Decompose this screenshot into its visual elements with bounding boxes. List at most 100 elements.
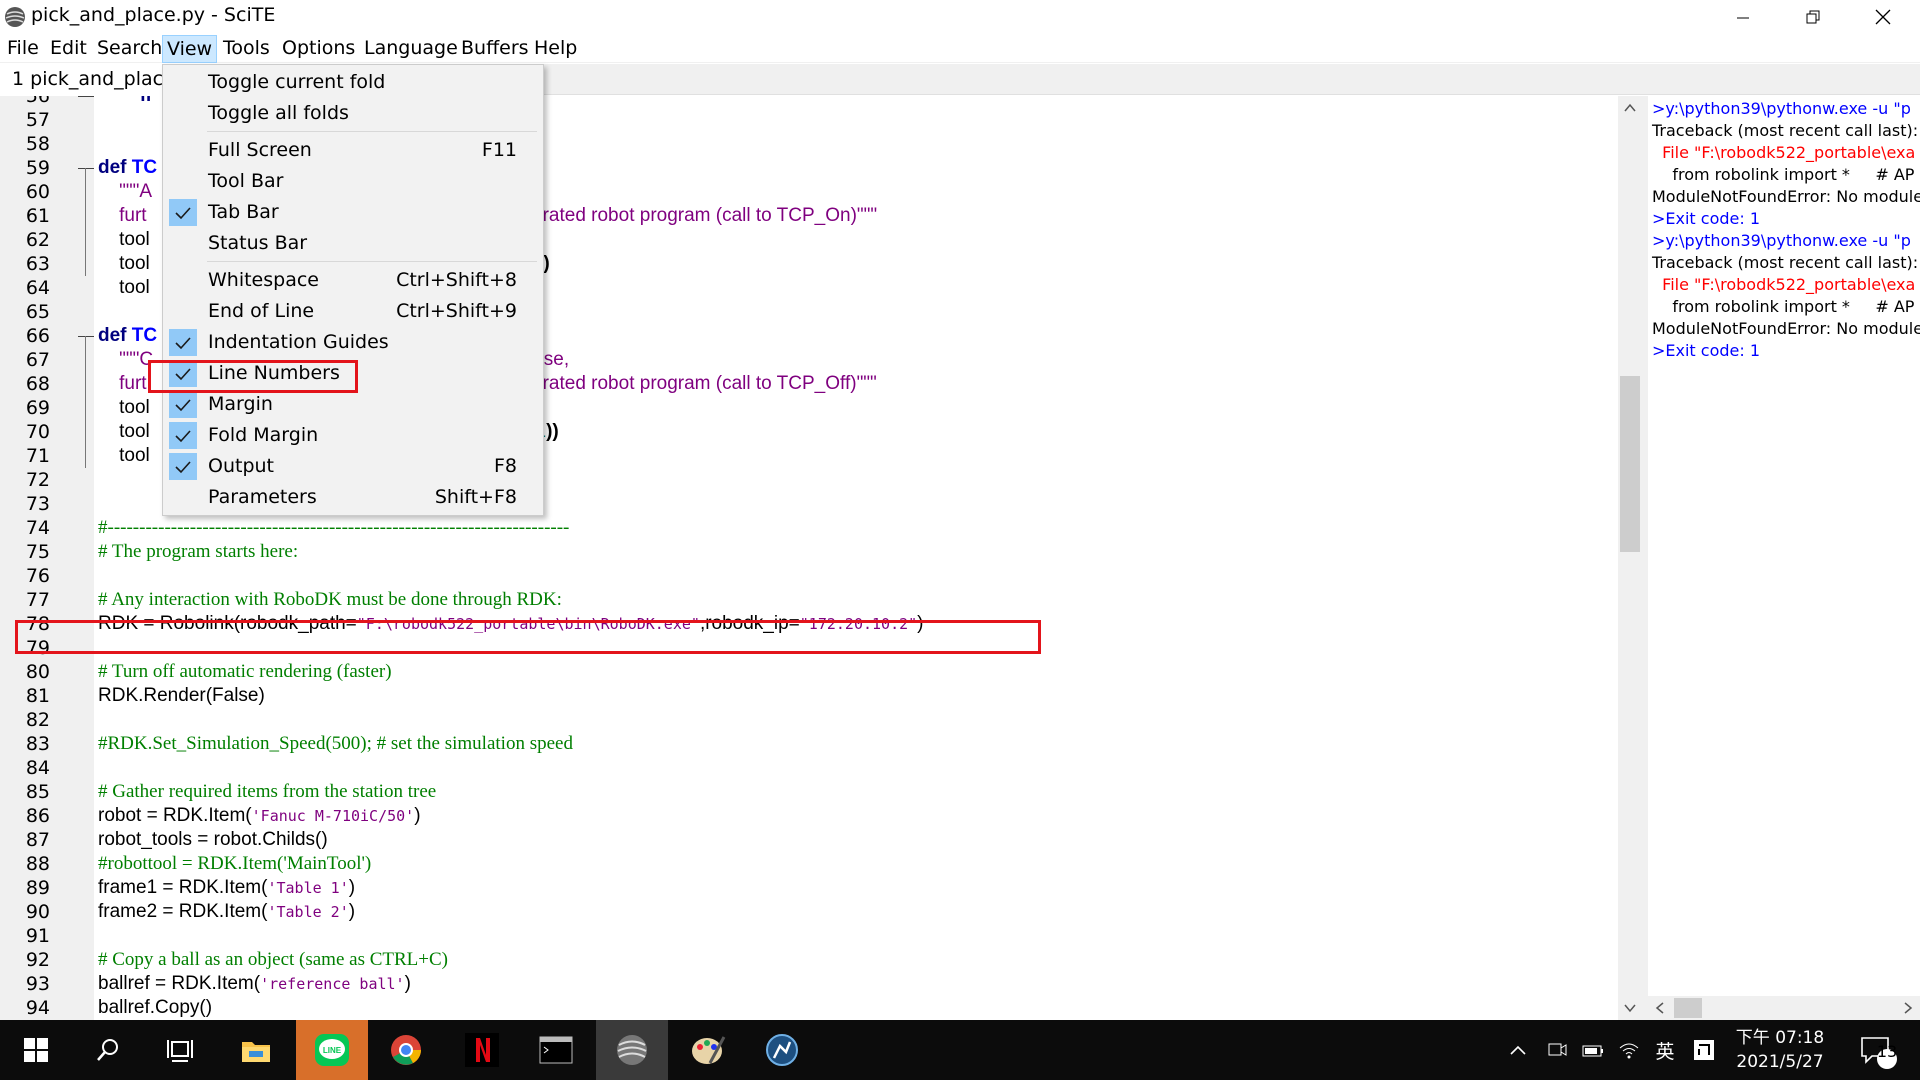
restore-button[interactable] xyxy=(1778,0,1848,33)
ime-icon xyxy=(1694,1040,1714,1060)
close-button[interactable] xyxy=(1848,0,1918,33)
menu-tools[interactable]: Tools xyxy=(219,35,274,63)
view-menu-item-fold-margin[interactable]: Fold Margin xyxy=(165,420,541,451)
fold-marker[interactable] xyxy=(78,336,94,337)
line-app-icon: LINE xyxy=(315,1034,349,1066)
scroll-right-icon[interactable] xyxy=(1902,1002,1914,1014)
code-line[interactable]: ballref.Copy() xyxy=(98,996,212,1020)
tray-ime-mode[interactable]: 英 xyxy=(1648,1020,1682,1080)
menu-view[interactable]: View xyxy=(162,35,218,63)
line-number: 65 xyxy=(25,301,50,323)
code-line[interactable]: # The program starts here: xyxy=(98,540,298,564)
paint-palette-icon xyxy=(692,1036,726,1064)
checkmark-icon xyxy=(169,453,197,480)
task-view-button[interactable] xyxy=(144,1020,216,1080)
line-number: 81 xyxy=(25,685,50,707)
taskbar-scite[interactable] xyxy=(596,1020,668,1080)
menu-item-label: Parameters xyxy=(208,486,317,508)
code-token: 'Fanuc M-710iC/50' xyxy=(251,807,415,825)
taskbar-line[interactable]: LINE xyxy=(296,1020,368,1080)
menu-options[interactable]: Options xyxy=(278,35,359,63)
fold-marker[interactable] xyxy=(78,96,94,97)
checkmark-icon xyxy=(169,199,197,226)
code-line[interactable]: #robottool = RDK.Item('MainTool') xyxy=(98,852,371,876)
output-line: ModuleNotFoundError: No module xyxy=(1652,319,1920,338)
code-line[interactable]: ballref = RDK.Item('reference ball') xyxy=(98,972,411,996)
line-number: 68 xyxy=(25,373,50,395)
code-line[interactable]: # Copy a ball as an object (same as CTRL… xyxy=(98,948,448,972)
code-token: # Gather required items from the station… xyxy=(98,781,437,802)
tray-ime-switch[interactable] xyxy=(1686,1020,1722,1080)
clock-time: 下午 07:18 xyxy=(1735,1028,1825,1048)
view-menu-item-toggle-all-folds[interactable]: Toggle all folds xyxy=(165,98,541,129)
view-menu-item-toggle-current-fold[interactable]: Toggle current fold xyxy=(165,67,541,98)
menu-item-label: Tab Bar xyxy=(208,201,279,223)
tray-meet[interactable] xyxy=(1540,1020,1574,1080)
code-line[interactable]: tool xyxy=(98,228,150,252)
menu-help[interactable]: Help xyxy=(530,35,581,63)
view-menu-item-whitespace[interactable]: Whitespace Ctrl+Shift+8 xyxy=(165,265,541,296)
view-menu-item-tab-bar[interactable]: Tab Bar xyxy=(165,197,541,228)
highlight-line-78 xyxy=(15,620,1041,654)
code-line[interactable]: # Gather required items from the station… xyxy=(98,780,436,804)
view-menu-item-tool-bar[interactable]: Tool Bar xyxy=(165,166,541,197)
view-menu-item-margin[interactable]: Margin xyxy=(165,389,541,420)
scite-app-icon[interactable] xyxy=(4,6,26,28)
line-number: 94 xyxy=(25,997,50,1019)
menu-search[interactable]: Search xyxy=(93,35,166,63)
taskbar-paint[interactable] xyxy=(672,1020,744,1080)
menu-item-shortcut: Ctrl+Shift+8 xyxy=(396,269,517,291)
code-line[interactable]: # Any interaction with RoboDK must be do… xyxy=(98,588,562,612)
tray-overflow-button[interactable] xyxy=(1500,1020,1536,1080)
clock[interactable]: 下午 07:18 2021/5/27 xyxy=(1730,1026,1830,1074)
output-horizontal-scrollbar[interactable] xyxy=(1648,996,1920,1020)
search-button[interactable] xyxy=(72,1020,144,1080)
view-menu-item-full-screen[interactable]: Full Screen F11 xyxy=(165,135,541,166)
tray-battery[interactable] xyxy=(1576,1020,1610,1080)
code-line[interactable]: frame2 = RDK.Item('Table 2') xyxy=(98,900,355,924)
code-line[interactable]: RDK.Render(False) xyxy=(98,684,265,708)
code-line[interactable]: frame1 = RDK.Item('Table 1') xyxy=(98,876,355,900)
code-line[interactable]: def TC xyxy=(98,324,157,348)
scroll-down-icon[interactable] xyxy=(1624,1002,1636,1014)
view-menu-item-parameters[interactable]: Parameters Shift+F8 xyxy=(165,482,541,513)
view-menu-item-indentation-guides[interactable]: Indentation Guides xyxy=(165,327,541,358)
view-menu-item-end-of-line[interactable]: End of Line Ctrl+Shift+9 xyxy=(165,296,541,327)
code-line[interactable]: def TC xyxy=(98,156,157,180)
taskbar-terminal[interactable] xyxy=(520,1020,592,1080)
code-line[interactable]: # Turn off automatic rendering (faster) xyxy=(98,660,392,684)
editor-vertical-scrollbar[interactable] xyxy=(1618,96,1642,1020)
code-line[interactable]: robot = RDK.Item('Fanuc M-710iC/50') xyxy=(98,804,421,828)
tray-network[interactable] xyxy=(1612,1020,1646,1080)
minimize-button[interactable] xyxy=(1708,0,1778,33)
start-button[interactable] xyxy=(0,1020,72,1080)
menu-edit[interactable]: Edit xyxy=(46,35,91,63)
scroll-up-icon[interactable] xyxy=(1624,102,1636,114)
taskbar-robodk[interactable] xyxy=(746,1020,818,1080)
code-line[interactable]: #RDK.Set_Simulation_Speed(500); # set th… xyxy=(98,732,573,756)
code-line[interactable]: robot_tools = robot.Childs() xyxy=(98,828,328,852)
view-menu-item-status-bar[interactable]: Status Bar xyxy=(165,228,541,259)
fold-marker[interactable] xyxy=(78,168,94,169)
restore-icon xyxy=(1806,10,1820,23)
windows-icon xyxy=(24,1038,48,1062)
output-scroll-thumb[interactable] xyxy=(1674,998,1702,1018)
menu-file[interactable]: File xyxy=(3,35,43,63)
line-number: 70 xyxy=(25,421,50,443)
code-line[interactable]: tool xyxy=(98,396,150,420)
code-line[interactable]: #---------------------------------------… xyxy=(98,516,569,540)
editor-scroll-thumb[interactable] xyxy=(1620,376,1640,552)
taskbar-netflix[interactable] xyxy=(446,1020,518,1080)
menu-language[interactable]: Language xyxy=(360,35,462,63)
scroll-left-icon[interactable] xyxy=(1654,1002,1666,1014)
output-pane[interactable]: >y:\python39\pythonw.exe -u "p Traceback … xyxy=(1648,96,1920,1000)
taskbar-file-explorer[interactable] xyxy=(220,1020,292,1080)
window-title: pick_and_place.py - SciTE xyxy=(31,4,276,26)
line-number: 77 xyxy=(25,589,50,611)
view-menu-item-output[interactable]: Output F8 xyxy=(165,451,541,482)
menu-buffers[interactable]: Buffers xyxy=(457,35,533,63)
code-line[interactable]: if xyxy=(98,96,152,108)
tab-pick-and-place[interactable]: 1 pick_and_place.py xyxy=(0,64,168,95)
taskbar-chrome[interactable] xyxy=(370,1020,442,1080)
notification-center-button[interactable]: 13 xyxy=(1848,1020,1908,1080)
